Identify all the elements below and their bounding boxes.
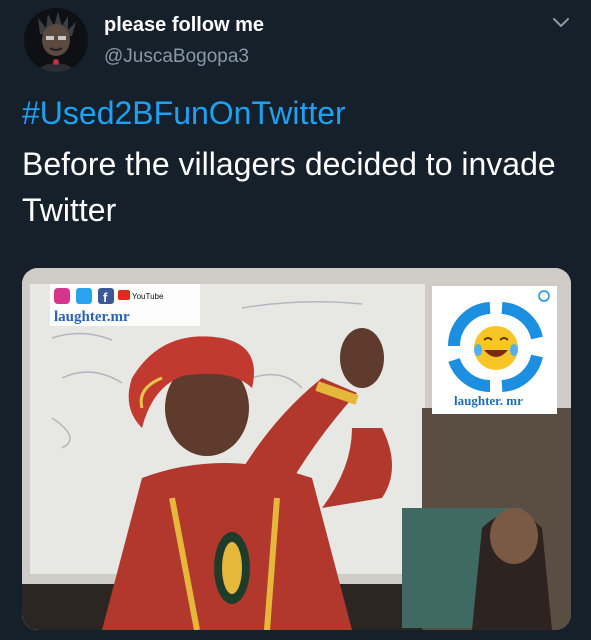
svg-text:f: f [103, 290, 108, 305]
avatar-image [24, 8, 88, 72]
chevron-down-icon[interactable] [552, 14, 570, 32]
youtube-icon [118, 290, 130, 300]
display-name[interactable]: please follow me [104, 14, 264, 37]
watermark-logo-text: laughter. mr [454, 393, 523, 408]
meme-photo: laughter. mr f YouTube laughter.mr [22, 268, 571, 630]
watermark-text: laughter.mr [54, 309, 130, 325]
youtube-label: YouTube [132, 292, 164, 301]
twitter-icon [76, 288, 92, 304]
tweet-text: Before the villagers decided to invade T… [22, 146, 556, 228]
hashtag-link[interactable]: #Used2BFunOnTwitter [22, 95, 346, 132]
tweet-media-image[interactable]: laughter. mr f YouTube laughter.mr [22, 268, 571, 630]
instagram-icon [54, 288, 70, 304]
avatar[interactable] [24, 8, 88, 72]
user-handle[interactable]: @JuscaBogopa3 [104, 46, 249, 68]
tweet-header: please follow me @JuscaBogopa3 [0, 0, 591, 90]
